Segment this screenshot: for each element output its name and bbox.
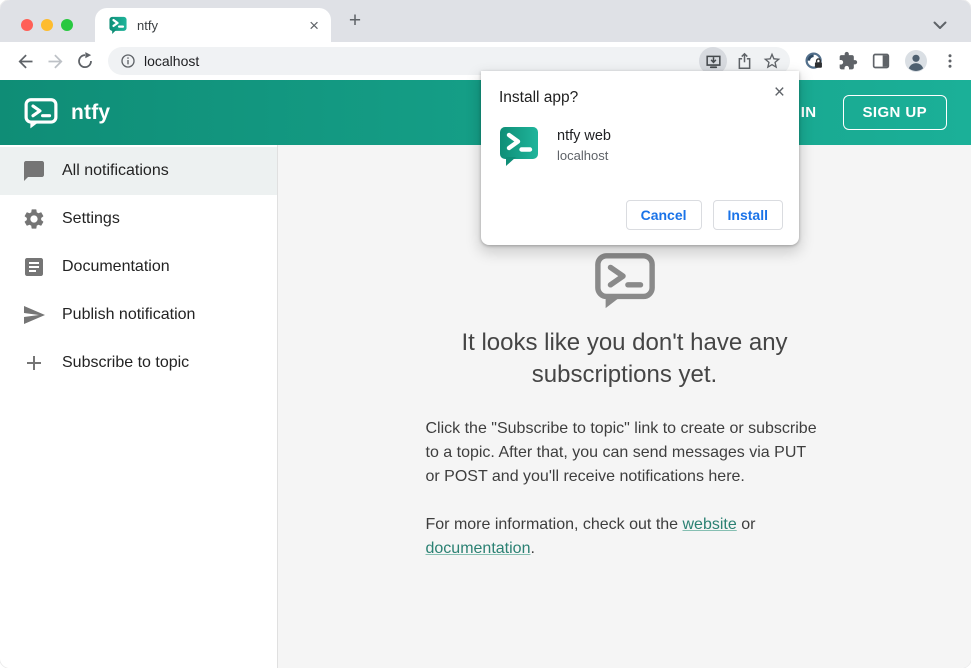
sidebar-item-label: Settings bbox=[62, 210, 120, 227]
sign-up-button[interactable]: SIGN UP bbox=[842, 95, 947, 130]
sidebar-item-all-notifications[interactable]: All notifications bbox=[0, 147, 277, 195]
toolbar-extensions bbox=[804, 49, 959, 73]
ntfy-logo-gray-icon bbox=[278, 249, 971, 311]
article-icon bbox=[22, 255, 46, 279]
empty-state-text: Click the "Subscribe to topic" link to c… bbox=[426, 417, 824, 561]
close-window-button[interactable] bbox=[21, 19, 33, 31]
sidebar-item-label: All notifications bbox=[62, 162, 169, 179]
cancel-button[interactable]: Cancel bbox=[625, 200, 702, 230]
dialog-buttons: Cancel Install bbox=[625, 200, 783, 230]
back-icon[interactable] bbox=[10, 46, 40, 76]
dialog-app-origin: localhost bbox=[557, 148, 609, 163]
send-icon bbox=[22, 303, 46, 327]
extensions-puzzle-icon[interactable] bbox=[838, 51, 858, 71]
window-controls bbox=[21, 19, 73, 31]
zoom-window-button[interactable] bbox=[61, 19, 73, 31]
website-link[interactable]: website bbox=[683, 516, 737, 533]
app-title: ntfy bbox=[71, 100, 111, 124]
install-button[interactable]: Install bbox=[712, 200, 783, 230]
tab-close-icon[interactable]: × bbox=[309, 17, 319, 34]
sidebar-item-label: Subscribe to topic bbox=[62, 354, 190, 371]
forward-icon[interactable] bbox=[40, 46, 70, 76]
empty-state-title: It looks like you don't have any subscri… bbox=[461, 329, 788, 388]
paragraph-text: . bbox=[530, 539, 535, 557]
bookmark-star-icon[interactable] bbox=[762, 51, 782, 71]
share-icon[interactable] bbox=[735, 52, 754, 71]
url-text[interactable]: localhost bbox=[144, 53, 699, 69]
tab-strip: ntfy × + bbox=[0, 0, 971, 42]
sidebar-item-documentation[interactable]: Documentation bbox=[0, 243, 277, 291]
empty-state-paragraph: For more information, check out the webs… bbox=[426, 513, 824, 561]
side-panel-icon[interactable] bbox=[871, 51, 891, 71]
dialog-app-meta: ntfy web localhost bbox=[557, 126, 611, 163]
sidebar-item-label: Documentation bbox=[62, 258, 170, 275]
chat-bubble-icon bbox=[22, 159, 46, 183]
extension-lock-icon[interactable] bbox=[804, 51, 825, 72]
site-info-icon[interactable] bbox=[120, 53, 136, 69]
gear-icon bbox=[22, 207, 46, 231]
browser-menu-kebab-icon[interactable] bbox=[941, 52, 959, 70]
ntfy-app-icon bbox=[499, 126, 539, 166]
documentation-link[interactable]: documentation bbox=[426, 540, 531, 557]
sidebar-item-label: Publish notification bbox=[62, 306, 196, 323]
new-tab-button[interactable]: + bbox=[340, 10, 370, 33]
tab-title: ntfy bbox=[137, 17, 158, 33]
sidebar-nav: All notifications Settings Documentation… bbox=[0, 145, 278, 668]
sidebar-item-settings[interactable]: Settings bbox=[0, 195, 277, 243]
reload-icon[interactable] bbox=[70, 46, 100, 76]
dialog-app-name: ntfy web bbox=[557, 128, 611, 144]
dialog-close-icon[interactable]: × bbox=[774, 83, 785, 102]
browser-window: ntfy × + localhost ntfy IN SIGN UP All n… bbox=[0, 0, 971, 668]
install-app-dialog: Install app? × ntfy web localhost Cancel… bbox=[481, 71, 799, 245]
tab-favicon-icon bbox=[109, 16, 127, 34]
paragraph-text: or bbox=[736, 515, 756, 533]
minimize-window-button[interactable] bbox=[41, 19, 53, 31]
dialog-title: Install app? bbox=[499, 89, 579, 106]
ntfy-logo-icon bbox=[24, 96, 58, 130]
plus-icon bbox=[22, 351, 46, 375]
paragraph-text: For more information, check out the bbox=[425, 515, 683, 533]
browser-tab[interactable]: ntfy × bbox=[95, 8, 331, 42]
dialog-app-row: ntfy web localhost bbox=[499, 126, 783, 166]
brand: ntfy bbox=[24, 96, 110, 130]
profile-avatar-icon[interactable] bbox=[904, 49, 928, 73]
sidebar-item-publish-notification[interactable]: Publish notification bbox=[0, 291, 277, 339]
tab-search-chevron-icon[interactable] bbox=[933, 17, 947, 35]
sidebar-item-subscribe-to-topic[interactable]: Subscribe to topic bbox=[0, 339, 277, 387]
empty-state-paragraph: Click the "Subscribe to topic" link to c… bbox=[425, 419, 817, 485]
